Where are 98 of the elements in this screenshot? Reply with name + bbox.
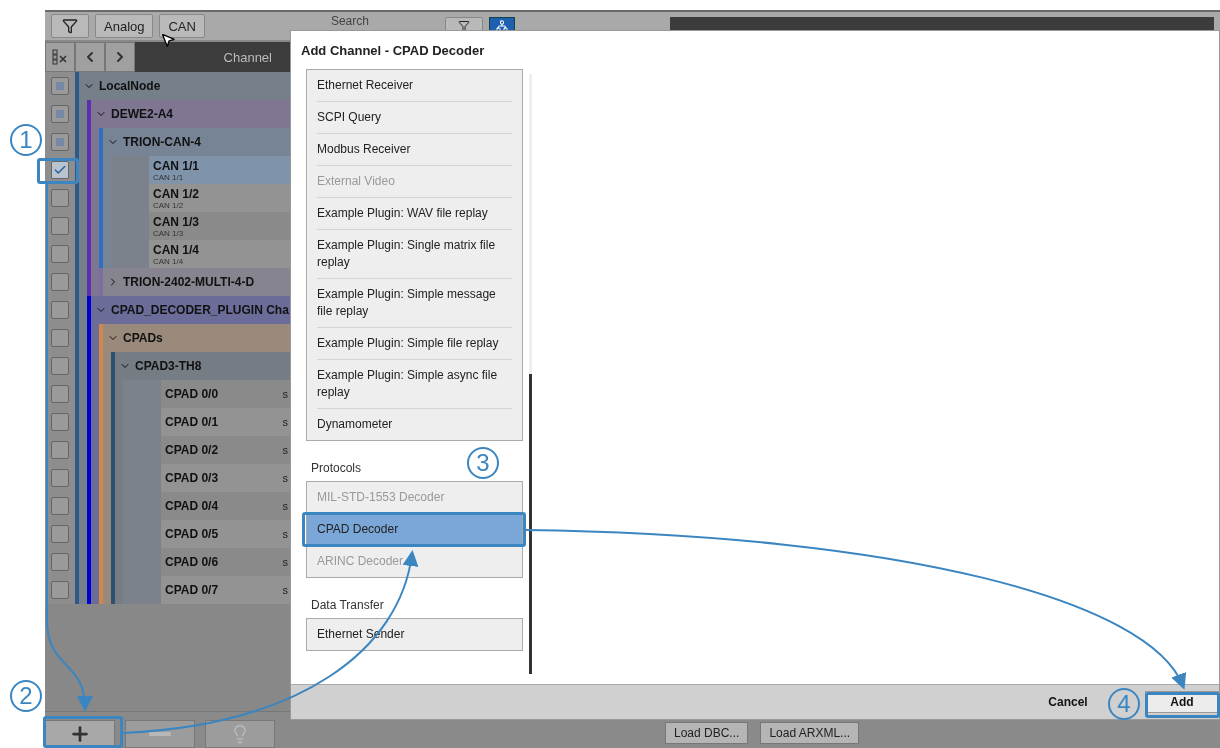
channel-subname: CAN 1/4 bbox=[153, 256, 185, 266]
channel-name: CPAD 0/5 bbox=[165, 527, 220, 541]
next-button[interactable] bbox=[105, 42, 135, 72]
previous-button[interactable] bbox=[75, 42, 105, 72]
checkbox[interactable] bbox=[51, 469, 69, 487]
channel-name: CAN 1/4 bbox=[153, 242, 200, 257]
checkbox[interactable] bbox=[51, 441, 69, 459]
checkbox[interactable] bbox=[51, 217, 69, 235]
filter-button[interactable] bbox=[51, 14, 89, 38]
channel-row[interactable]: CPAD 0/6 s bbox=[123, 548, 290, 576]
filter-tag[interactable]: Analog bbox=[95, 14, 154, 38]
channel-name: CAN 1/3 bbox=[153, 214, 200, 229]
checkbox[interactable] bbox=[51, 525, 69, 543]
mouse-cursor-icon bbox=[160, 32, 176, 48]
device-name: CPADs bbox=[123, 331, 163, 345]
scrollbar-thumb[interactable] bbox=[529, 374, 532, 674]
device-name: CPAD3-TH8 bbox=[135, 359, 202, 373]
checkbox[interactable] bbox=[51, 161, 69, 179]
channel-row[interactable]: CPAD 0/1 s bbox=[123, 408, 290, 436]
checkbox[interactable] bbox=[51, 329, 69, 347]
channel-subname: CAN 1/2 bbox=[153, 200, 185, 210]
minus-icon bbox=[149, 732, 171, 736]
step-number: 3 bbox=[467, 447, 499, 479]
device-name: TRION-CAN-4 bbox=[123, 135, 201, 149]
section-title: Data Transfer bbox=[311, 598, 384, 612]
channel-cell-text: s bbox=[282, 444, 289, 456]
channel-cell-text: s bbox=[282, 528, 289, 540]
section-title: Protocols bbox=[311, 461, 362, 475]
channel-cell-text: s bbox=[282, 584, 289, 596]
channel-row[interactable]: CAN 1/4 CAN 1/4 bbox=[111, 240, 290, 268]
channel-name: CAN 1/1 bbox=[153, 158, 200, 173]
checkbox[interactable] bbox=[51, 189, 69, 207]
checkbox[interactable] bbox=[51, 105, 69, 123]
channel-name: CAN 1/2 bbox=[153, 186, 200, 201]
cancel-button[interactable]: Cancel bbox=[1031, 691, 1105, 713]
filter-icon bbox=[62, 18, 78, 34]
list-item[interactable]: Modbus Receiver bbox=[307, 134, 522, 165]
list-item[interactable]: SCPI Query bbox=[307, 102, 522, 133]
channel-name: CPAD 0/0 bbox=[165, 387, 220, 401]
checkbox[interactable] bbox=[51, 77, 69, 95]
filter-icon bbox=[457, 20, 470, 32]
list-item[interactable]: Example Plugin: Single matrix file replay bbox=[307, 230, 522, 278]
channel-name: CPAD 0/6 bbox=[165, 555, 220, 569]
step-number: 1 bbox=[10, 124, 42, 156]
device-name: TRION-2402-MULTI-4-D bbox=[123, 275, 255, 289]
channel-row[interactable]: CPAD 0/5 s bbox=[123, 520, 290, 548]
checkbox[interactable] bbox=[51, 581, 69, 599]
channel-cell-text: s bbox=[282, 472, 289, 484]
channel-row[interactable]: CPAD 0/7 s bbox=[123, 576, 290, 604]
channel-cell-text: s bbox=[282, 556, 289, 568]
checkbox[interactable] bbox=[51, 301, 69, 319]
channel-row[interactable]: CAN 1/1 CAN 1/1 bbox=[111, 156, 290, 184]
checkbox[interactable] bbox=[51, 385, 69, 403]
channel-name: CPAD 0/7 bbox=[165, 583, 220, 597]
step-number: 2 bbox=[10, 680, 42, 712]
checkbox[interactable] bbox=[51, 553, 69, 571]
channel-row[interactable]: CAN 1/2 CAN 1/2 bbox=[111, 184, 290, 212]
channel-cell-text: s bbox=[282, 388, 289, 400]
search-label: Search bbox=[330, 14, 369, 28]
column-clear-icon bbox=[52, 49, 68, 65]
column-header: Channel bbox=[223, 49, 272, 65]
channel-cell-text: s bbox=[282, 416, 289, 428]
channel-subname: CAN 1/1 bbox=[153, 172, 185, 182]
channel-name: CPAD 0/4 bbox=[165, 499, 220, 513]
channel-row[interactable]: CPAD 0/3 s bbox=[123, 464, 290, 492]
highlight-frame bbox=[37, 158, 79, 184]
list-item[interactable]: Example Plugin: Simple file replay bbox=[307, 328, 522, 359]
load-button[interactable]: Load DBC... bbox=[665, 722, 749, 744]
channel-name: CPAD 0/3 bbox=[165, 471, 220, 485]
channel-row[interactable]: CAN 1/3 CAN 1/3 bbox=[111, 212, 290, 240]
list-item[interactable]: Ethernet Receiver bbox=[307, 70, 522, 101]
channel-subname: CAN 1/3 bbox=[153, 228, 185, 238]
channel-name: CPAD 0/1 bbox=[165, 415, 220, 429]
add-button[interactable] bbox=[45, 720, 115, 748]
list-item[interactable]: Example Plugin: Simple async file replay bbox=[307, 360, 522, 408]
plus-icon bbox=[69, 723, 91, 745]
checkmark-icon bbox=[53, 163, 67, 177]
device-name: LocalNode bbox=[99, 79, 161, 93]
checkbox[interactable] bbox=[51, 413, 69, 431]
checkbox[interactable] bbox=[51, 357, 69, 375]
checkbox[interactable] bbox=[51, 497, 69, 515]
channel-cell-text: s bbox=[282, 500, 289, 512]
list-item[interactable]: Dynamometer bbox=[307, 409, 522, 440]
device-name: CPAD_DECODER_PLUGIN Cha bbox=[111, 303, 289, 317]
checkbox[interactable] bbox=[51, 133, 69, 151]
list-item[interactable]: Example Plugin: WAV file replay bbox=[307, 198, 522, 229]
list-item[interactable]: Example Plugin: Simple message file replay bbox=[307, 279, 522, 327]
checkbox[interactable] bbox=[51, 245, 69, 263]
channel-name: CPAD 0/2 bbox=[165, 443, 220, 457]
load-button[interactable]: Load ARXML... bbox=[760, 722, 860, 744]
dialog-title: Add Channel - CPAD Decoder bbox=[300, 41, 486, 60]
step-number: 4 bbox=[1108, 688, 1140, 720]
channel-row[interactable]: CPAD 0/0 s bbox=[123, 380, 290, 408]
device-name: DEWE2-A4 bbox=[111, 107, 173, 121]
channel-row[interactable]: CPAD 0/2 s bbox=[123, 436, 290, 464]
channel-row[interactable]: CPAD 0/4 s bbox=[123, 492, 290, 520]
checkbox[interactable] bbox=[51, 273, 69, 291]
filter-tag[interactable]: CAN bbox=[159, 14, 205, 38]
